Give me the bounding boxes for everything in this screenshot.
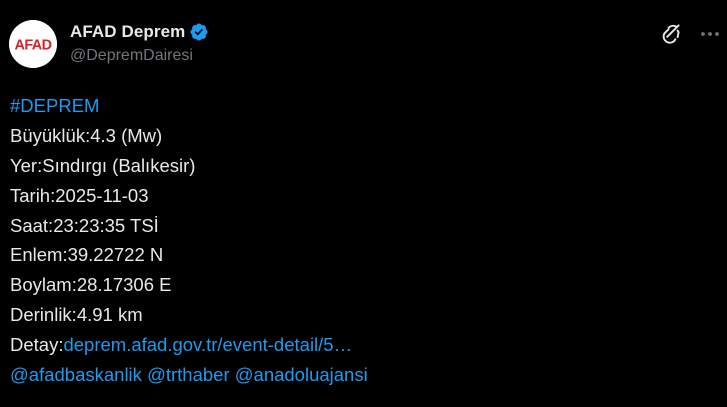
display-name[interactable]: AFAD Deprem (70, 22, 185, 42)
grok-icon[interactable] (660, 21, 684, 45)
hashtag-link[interactable]: #DEPREM (10, 95, 99, 116)
mention-link[interactable]: @trthaber (147, 364, 230, 385)
avatar[interactable]: AFAD (9, 20, 57, 68)
avatar-text: AFAD (14, 38, 51, 54)
date-text: Tarih:2025-11-03 (10, 184, 149, 206)
mentions-line: @afadbaskanlik @trthaber @anadoluajansi (10, 360, 368, 390)
magnitude-text: Büyüklük:4.3 (Mw) (10, 124, 163, 146)
handle[interactable]: @DepremDairesi (70, 47, 209, 65)
mention-link[interactable]: @anadoluajansi (235, 364, 368, 385)
latitude-text: Enlem:39.22722 N (10, 244, 164, 266)
more-options-icon[interactable] (698, 24, 722, 44)
author-info: AFAD Deprem @DepremDairesi (70, 20, 209, 65)
detail-label: Detay: (10, 334, 64, 356)
tweet: AFAD AFAD Deprem @DepremDairesi #DEPREM … (0, 0, 727, 407)
detail-link[interactable]: deprem.afad.gov.tr/event-detail/5… (63, 334, 352, 355)
detail-line: Detay:deprem.afad.gov.tr/event-detail/5… (10, 330, 368, 360)
tweet-body: #DEPREM Büyüklük:4.3 (Mw) Yer:Sındırgı (… (10, 91, 368, 390)
afad-logo: AFAD (9, 20, 57, 68)
location-text: Yer:Sındırgı (Balıkesir) (10, 154, 196, 176)
depth-text: Derinlik:4.91 km (10, 304, 143, 326)
verified-badge-icon (189, 22, 209, 42)
mention-link[interactable]: @afadbaskanlik (10, 364, 142, 385)
longitude-text: Boylam:28.17306 E (10, 274, 172, 296)
time-text: Saat:23:23:35 TSİ (10, 214, 159, 236)
